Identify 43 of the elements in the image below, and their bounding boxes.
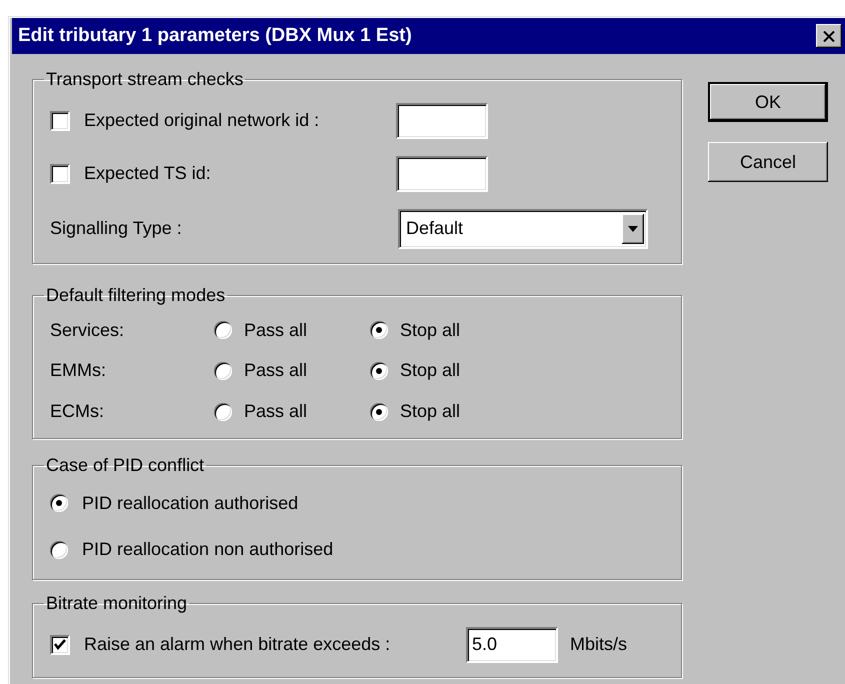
row-label: Services: — [50, 320, 126, 341]
radio-label: Pass all — [243, 401, 308, 422]
caret-icon — [628, 226, 638, 232]
radio-label: Stop all — [399, 320, 460, 341]
radio-button[interactable] — [214, 321, 232, 340]
checkbox-label: Expected original network id : — [83, 110, 320, 131]
checkbox[interactable] — [50, 164, 70, 184]
group-title: Default filtering modes — [45, 284, 226, 306]
group-title: Case of PID conflict — [45, 454, 206, 476]
radio-button[interactable] — [370, 362, 388, 380]
checkbox[interactable] — [50, 110, 70, 130]
radio-label: PID reallocation non authorised — [81, 539, 334, 560]
radio-label: Pass all — [243, 360, 308, 382]
close-button[interactable] — [816, 24, 842, 48]
radio-button[interactable] — [214, 402, 232, 421]
checkbox[interactable] — [50, 634, 70, 654]
radio-label: Pass all — [243, 320, 308, 341]
input-field[interactable]: 5.0 — [466, 626, 558, 662]
radio-label: Stop all — [399, 401, 460, 422]
checkbox-label: Raise an alarm when bitrate exceeds : — [83, 634, 392, 655]
window-title: Edit tributary 1 parameters (DBX Mux 1 Est) — [18, 25, 412, 47]
radio-button[interactable] — [50, 494, 68, 512]
radio-label: PID reallocation authorised — [81, 492, 298, 514]
input-field[interactable] — [396, 102, 488, 138]
row-label: EMMs: — [50, 360, 107, 382]
dropdown[interactable]: Default — [398, 208, 648, 248]
checkmark-icon — [52, 636, 68, 652]
group-title: Bitrate monitoring — [45, 592, 188, 614]
row-label: ECMs: — [50, 401, 105, 422]
radio-button[interactable] — [370, 321, 388, 340]
dropdown-value: Default — [406, 218, 464, 239]
radio-label: Stop all — [399, 360, 460, 382]
group-title: Transport stream checks — [45, 68, 244, 90]
input-field[interactable] — [396, 156, 488, 192]
radio-button[interactable] — [214, 362, 232, 380]
unit-label: Mbits/s — [569, 634, 628, 655]
cancel-button[interactable]: Cancel — [708, 142, 828, 182]
close-icon — [823, 30, 835, 42]
checkbox-label: Expected TS id: — [83, 163, 212, 184]
radio-button[interactable] — [370, 402, 388, 421]
ok-button[interactable]: OK — [708, 82, 828, 122]
radio-button[interactable] — [50, 540, 68, 559]
field-label: Signalling Type : — [50, 218, 183, 239]
